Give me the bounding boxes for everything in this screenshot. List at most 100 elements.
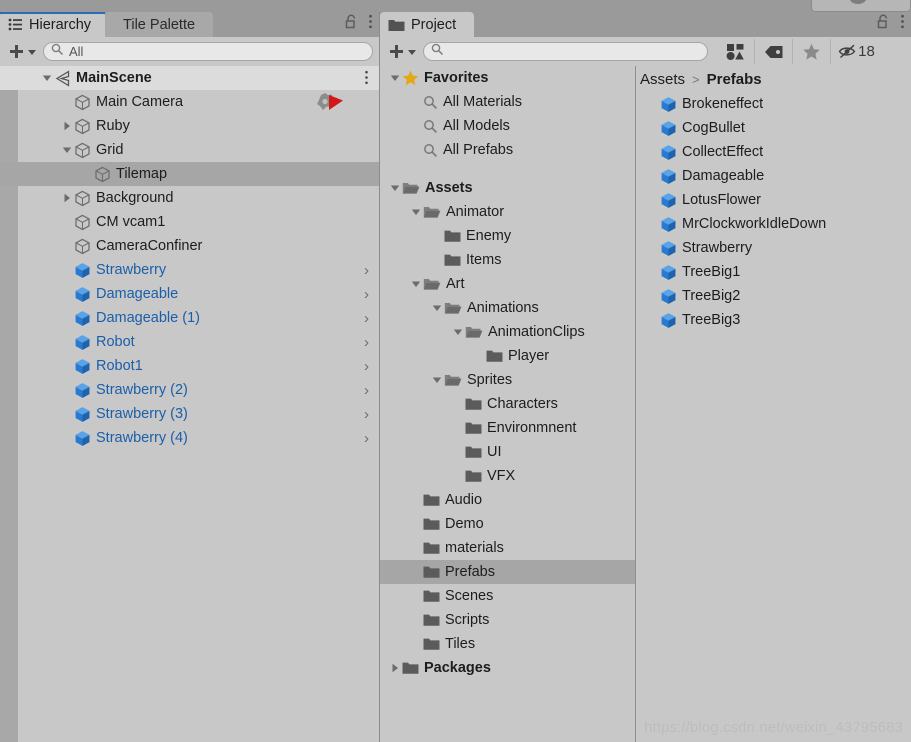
project-tree-item-scenes[interactable]: Scenes — [380, 584, 635, 608]
prefab-icon — [661, 192, 676, 208]
project-tree-item-all-models[interactable]: All Models — [380, 114, 635, 138]
project-tree-item-demo[interactable]: Demo — [380, 512, 635, 536]
project-tree-item-ui[interactable]: UI — [380, 440, 635, 464]
chevron-down-icon[interactable] — [409, 272, 423, 296]
chevron-down-icon[interactable] — [409, 200, 423, 224]
chevron-down-icon[interactable] — [388, 66, 402, 90]
prefab-open-arrow[interactable]: › — [364, 426, 369, 450]
favorite-star-icon[interactable] — [792, 39, 830, 64]
project-tree-item-vfx[interactable]: VFX — [380, 464, 635, 488]
prefab-open-arrow[interactable]: › — [364, 258, 369, 282]
kebab-menu-icon[interactable] — [368, 14, 373, 34]
project-tree-item-enemy[interactable]: Enemy — [380, 224, 635, 248]
project-folder-tree[interactable]: Favorites All Materials All Models All P… — [380, 66, 635, 742]
breadcrumb-leaf[interactable]: Prefabs — [707, 71, 762, 88]
chevron-right-icon[interactable] — [388, 656, 402, 680]
kebab-menu-icon[interactable] — [900, 14, 905, 34]
folder-open-icon — [402, 183, 420, 194]
hierarchy-item-ruby[interactable]: Ruby — [0, 114, 379, 138]
asset-item-strawberry[interactable]: Strawberry — [636, 236, 911, 260]
project-search-input[interactable] — [423, 42, 708, 61]
project-tree-item-audio[interactable]: Audio — [380, 488, 635, 512]
project-tree-item-materials[interactable]: materials — [380, 536, 635, 560]
hierarchy-item-damageable-1[interactable]: Damageable (1) › — [0, 306, 379, 330]
filter-by-label-icon[interactable] — [754, 39, 792, 64]
project-tree-item-label: Art — [446, 276, 465, 292]
hidden-assets-counter[interactable]: 18 — [830, 39, 882, 64]
asset-item-treebig3[interactable]: TreeBig3 — [636, 308, 911, 332]
project-tree-item-assets[interactable]: Assets — [380, 176, 635, 200]
scene-kebab-menu-icon[interactable] — [364, 70, 369, 89]
hierarchy-item-robot[interactable]: Robot › — [0, 330, 379, 354]
project-tree-item-all-materials[interactable]: All Materials — [380, 90, 635, 114]
hierarchy-item-background[interactable]: Background — [0, 186, 379, 210]
chevron-down-icon[interactable] — [430, 368, 444, 392]
hierarchy-item-strawberry-4[interactable]: Strawberry (4) › — [0, 426, 379, 450]
asset-item-treebig2[interactable]: TreeBig2 — [636, 284, 911, 308]
project-tree-item-label: Audio — [445, 492, 483, 508]
filter-by-type-icon[interactable] — [716, 39, 754, 64]
chevron-down-icon[interactable] — [40, 66, 54, 90]
hierarchy-search-input[interactable]: All — [43, 42, 373, 61]
asset-item-brokeneffect[interactable]: Brokeneffect — [636, 92, 911, 116]
project-tree-item-environmnent[interactable]: Environmnent — [380, 416, 635, 440]
hierarchy-item-main-camera[interactable]: Main Camera — [0, 90, 379, 114]
chevron-down-icon[interactable] — [388, 176, 402, 200]
asset-item-mrclockworkidledown[interactable]: MrClockworkIdleDown — [636, 212, 911, 236]
chevron-down-icon[interactable] — [430, 296, 444, 320]
asset-item-lotusflower[interactable]: LotusFlower — [636, 188, 911, 212]
project-tree-item-scripts[interactable]: Scripts — [380, 608, 635, 632]
project-tree-item-art[interactable]: Art — [380, 272, 635, 296]
prefab-open-arrow[interactable]: › — [364, 378, 369, 402]
project-tree-item-animator[interactable]: Animator — [380, 200, 635, 224]
chevron-placeholder — [60, 354, 74, 378]
hierarchy-item-tilemap[interactable]: Tilemap — [0, 162, 379, 186]
tab-tile-palette[interactable]: Tile Palette — [105, 12, 214, 37]
project-tree-item-packages[interactable]: Packages — [380, 656, 635, 680]
tab-hierarchy-label: Hierarchy — [29, 16, 92, 33]
tab-project[interactable]: Project — [380, 12, 475, 37]
hierarchy-item-grid[interactable]: Grid — [0, 138, 379, 162]
asset-item-collecteffect[interactable]: CollectEffect — [636, 140, 911, 164]
hierarchy-item-cameraconfiner[interactable]: CameraConfiner — [0, 234, 379, 258]
prefab-open-arrow[interactable]: › — [364, 354, 369, 378]
asset-item-cogbullet[interactable]: CogBullet — [636, 116, 911, 140]
chevron-down-icon[interactable] — [451, 320, 465, 344]
hierarchy-item-mainscene[interactable]: MainScene — [0, 66, 379, 90]
create-gameobject-button[interactable] — [6, 43, 39, 60]
breadcrumb-root[interactable]: Assets — [640, 71, 685, 88]
hierarchy-item-strawberry-3[interactable]: Strawberry (3) › — [0, 402, 379, 426]
project-tree-item-favorites[interactable]: Favorites — [380, 66, 635, 90]
prefab-open-arrow[interactable]: › — [364, 402, 369, 426]
hierarchy-item-strawberry[interactable]: Strawberry › — [0, 258, 379, 282]
asset-item-treebig1[interactable]: TreeBig1 — [636, 260, 911, 284]
project-tree-item-prefabs[interactable]: Prefabs — [380, 560, 635, 584]
hierarchy-tree[interactable]: MainScene Main Camera Ruby Grid Tilemap … — [0, 66, 379, 742]
prefab-open-arrow[interactable]: › — [364, 306, 369, 330]
project-tree-item-animations[interactable]: Animations — [380, 296, 635, 320]
project-tree-item-animationclips[interactable]: AnimationClips — [380, 320, 635, 344]
create-asset-button[interactable] — [386, 43, 419, 60]
prefab-icon — [660, 168, 677, 185]
chevron-down-icon[interactable] — [60, 138, 74, 162]
hierarchy-item-damageable[interactable]: Damageable › — [0, 282, 379, 306]
prefab-open-arrow[interactable]: › — [364, 330, 369, 354]
project-tree-item-all-prefabs[interactable]: All Prefabs — [380, 138, 635, 162]
tab-hierarchy[interactable]: Hierarchy — [0, 12, 106, 37]
hierarchy-item-cm-vcam1[interactable]: CM vcam1 — [0, 210, 379, 234]
project-asset-browser[interactable]: Assets > Prefabs Brokeneffect CogBullet … — [636, 66, 911, 742]
padlock-open-icon[interactable] — [345, 14, 358, 34]
prefab-open-arrow[interactable]: › — [364, 282, 369, 306]
hierarchy-item-robot1[interactable]: Robot1 › — [0, 354, 379, 378]
chevron-right-icon[interactable] — [60, 114, 74, 138]
asset-item-damageable[interactable]: Damageable — [636, 164, 911, 188]
project-tree-item-tiles[interactable]: Tiles — [380, 632, 635, 656]
hierarchy-item-strawberry-2[interactable]: Strawberry (2) › — [0, 378, 379, 402]
chevron-right-icon[interactable] — [60, 186, 74, 210]
project-tree-item-sprites[interactable]: Sprites — [380, 368, 635, 392]
project-tree-item-player[interactable]: Player — [380, 344, 635, 368]
project-tree-item-characters[interactable]: Characters — [380, 392, 635, 416]
hierarchy-tabbar: Hierarchy Tile Palette — [0, 12, 379, 37]
padlock-open-icon[interactable] — [877, 14, 890, 34]
project-tree-item-items[interactable]: Items — [380, 248, 635, 272]
